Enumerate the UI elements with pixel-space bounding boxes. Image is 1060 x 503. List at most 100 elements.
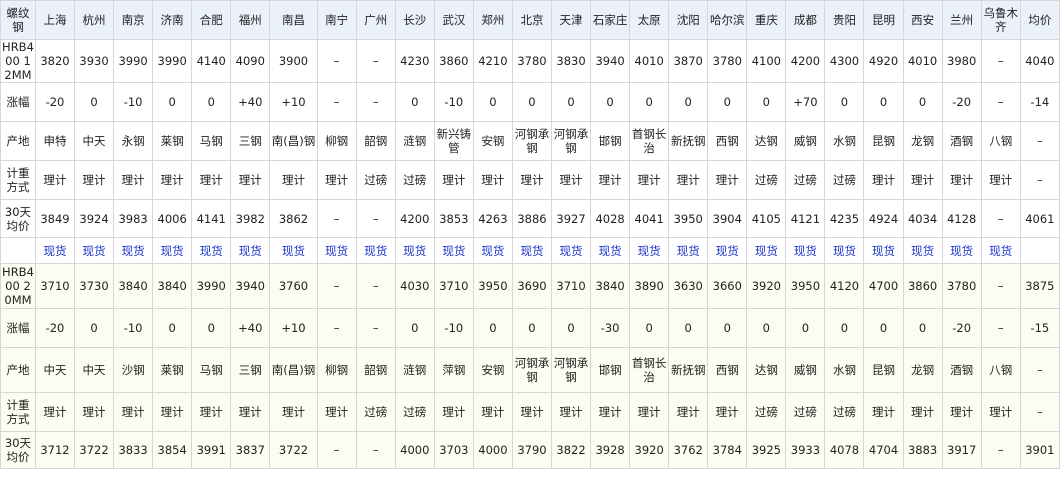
method-cell: 理计 xyxy=(629,160,670,200)
header-city: 乌鲁木齐 xyxy=(980,0,1021,40)
method-cell: 理计 xyxy=(941,392,982,432)
origin-cell: 八钢 xyxy=(980,347,1021,393)
method-cell: 过磅 xyxy=(746,160,787,200)
spot-link[interactable]: 现货 xyxy=(230,237,271,264)
change-cell: -20 xyxy=(941,308,982,348)
spot-link[interactable]: 现货 xyxy=(113,237,154,264)
price-avg: 3875 xyxy=(1019,263,1060,309)
change-cell: 0 xyxy=(863,82,904,122)
origin-label: 产地 xyxy=(0,347,36,393)
spot-link[interactable]: 现货 xyxy=(668,237,709,264)
method-label: 计重方式 xyxy=(0,392,36,432)
origin-cell: 涟钢 xyxy=(394,347,435,393)
method-cell: 理计 xyxy=(152,160,193,200)
origin-cell: 韶钢 xyxy=(355,121,396,161)
avg30-cell: 3950 xyxy=(668,199,709,238)
spot-link[interactable]: 现货 xyxy=(785,237,826,264)
spot-link[interactable]: 现货 xyxy=(433,237,474,264)
avg30-cell: 3837 xyxy=(230,431,271,469)
origin-cell: 永钢 xyxy=(113,121,154,161)
spot-link[interactable]: 现货 xyxy=(980,237,1021,264)
spot-link[interactable]: 现货 xyxy=(941,237,982,264)
spot-link[interactable]: 现货 xyxy=(746,237,787,264)
price-cell: 3890 xyxy=(629,263,670,309)
method-cell: 理计 xyxy=(902,392,943,432)
avg30-cell: 3862 xyxy=(269,199,318,238)
price-cell: 3760 xyxy=(269,263,318,309)
method-cell: 理计 xyxy=(590,160,631,200)
change-cell: 0 xyxy=(511,82,552,122)
spot-link[interactable]: 现货 xyxy=(74,237,115,264)
price-cell: – xyxy=(355,263,396,309)
avg30-cell: 4006 xyxy=(152,199,193,238)
price-avg: 4040 xyxy=(1019,39,1060,83)
price-cell: 3660 xyxy=(707,263,748,309)
header-city: 南宁 xyxy=(316,0,357,40)
spot-link[interactable]: 现货 xyxy=(34,237,76,264)
spot-link[interactable]: 现货 xyxy=(191,237,232,264)
price-cell: – xyxy=(316,39,357,83)
group-20mm: HRB400 20MM 3710 3730 3840 3840 3990 394… xyxy=(0,263,1060,469)
origin-cell: 柳钢 xyxy=(316,347,357,393)
origin-cell: 威钢 xyxy=(785,121,826,161)
origin-cell: 首钢长治 xyxy=(629,347,670,393)
price-cell: 3630 xyxy=(668,263,709,309)
price-cell: 4010 xyxy=(629,39,670,83)
spot-link[interactable]: 现货 xyxy=(550,237,592,264)
change-cell: 0 xyxy=(191,82,232,122)
method-cell: 理计 xyxy=(113,160,154,200)
method-label: 计重方式 xyxy=(0,160,36,200)
change-cell: 0 xyxy=(668,82,709,122)
spot-link[interactable]: 现货 xyxy=(707,237,748,264)
origin-cell: 西钢 xyxy=(707,347,748,393)
avg30-cell: 3928 xyxy=(590,431,631,469)
header-city: 成都 xyxy=(785,0,826,40)
method-cell: 理计 xyxy=(707,160,748,200)
price-cell: 3840 xyxy=(152,263,193,309)
origin-cell: 河钢承钢 xyxy=(550,121,592,161)
price-cell: 4700 xyxy=(863,263,904,309)
change-cell: 0 xyxy=(863,308,904,348)
header-city: 上海 xyxy=(34,0,76,40)
steel-price-table: 螺纹钢 上海 杭州 南京 济南 合肥 福州 南昌 南宁 广州 长沙 武汉 郑州 … xyxy=(0,0,1060,469)
spot-link[interactable]: 现货 xyxy=(316,237,357,264)
spot-link[interactable]: 现货 xyxy=(590,237,631,264)
spot-link[interactable]: 现货 xyxy=(355,237,396,264)
spot-link[interactable]: 现货 xyxy=(863,237,904,264)
method-cell: 理计 xyxy=(34,160,76,200)
change-cell: -30 xyxy=(590,308,631,348)
spot-link[interactable]: 现货 xyxy=(902,237,943,264)
avg30-cell: 4078 xyxy=(824,431,865,469)
origin-cell: 中天 xyxy=(34,347,76,393)
spot-link[interactable]: 现货 xyxy=(511,237,552,264)
spot-link[interactable]: 现货 xyxy=(394,237,435,264)
price-cell: 4300 xyxy=(824,39,865,83)
method-cell: 理计 xyxy=(433,160,474,200)
method-cell: 理计 xyxy=(152,392,193,432)
spot-link[interactable]: 现货 xyxy=(269,237,318,264)
method-cell: 理计 xyxy=(590,392,631,432)
method-cell: 理计 xyxy=(34,392,76,432)
method-cell: 理计 xyxy=(707,392,748,432)
header-city: 武汉 xyxy=(433,0,474,40)
method-cell: 理计 xyxy=(191,160,232,200)
method-cell: 理计 xyxy=(863,160,904,200)
method-row: 计重方式 理计 理计 理计 理计 理计 理计 理计 理计 过磅 过磅 理计 理计… xyxy=(0,392,1060,432)
method-avg: – xyxy=(1019,160,1060,200)
method-cell: 理计 xyxy=(472,392,513,432)
method-cell: 理计 xyxy=(230,160,271,200)
origin-avg: – xyxy=(1019,347,1060,393)
header-city: 石家庄 xyxy=(590,0,631,40)
change-cell: 0 xyxy=(152,308,193,348)
spot-link[interactable]: 现货 xyxy=(472,237,513,264)
price-cell: 4090 xyxy=(230,39,271,83)
header-city: 昆明 xyxy=(863,0,904,40)
spot-link[interactable]: 现货 xyxy=(824,237,865,264)
spot-link[interactable]: 现货 xyxy=(152,237,193,264)
origin-cell: 水钢 xyxy=(824,347,865,393)
price-cell: 3710 xyxy=(433,263,474,309)
spot-link[interactable]: 现货 xyxy=(629,237,670,264)
method-cell: 过磅 xyxy=(824,392,865,432)
header-city: 哈尔滨 xyxy=(707,0,748,40)
avg30-cell: 3833 xyxy=(113,431,154,469)
